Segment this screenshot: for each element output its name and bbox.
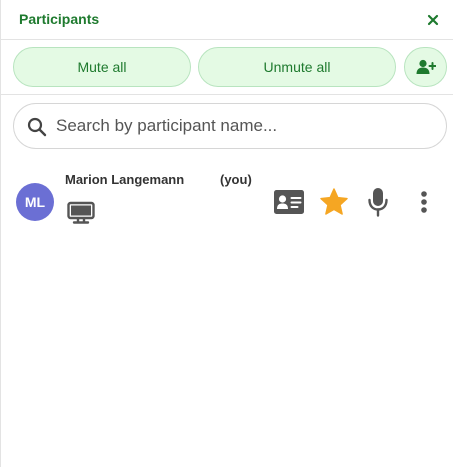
star-icon[interactable] bbox=[319, 187, 349, 217]
avatar: ML bbox=[16, 183, 54, 221]
monitor-icon bbox=[67, 201, 95, 224]
contact-card-icon[interactable] bbox=[273, 188, 305, 216]
participant-name: Marion Langemann bbox=[65, 172, 185, 187]
search-icon bbox=[27, 117, 47, 137]
panel-header: Participants bbox=[1, 0, 453, 40]
panel-title: Participants bbox=[19, 11, 100, 27]
close-icon bbox=[427, 14, 439, 26]
add-person-icon bbox=[416, 59, 436, 74]
unmute-all-button[interactable]: Unmute all bbox=[198, 47, 396, 87]
close-button[interactable] bbox=[422, 9, 444, 31]
search-input[interactable] bbox=[56, 112, 436, 140]
mute-all-button[interactable]: Mute all bbox=[13, 47, 191, 87]
participant-row[interactable]: ML Marion Langemann (you) bbox=[1, 163, 453, 235]
participants-panel: Participants Mute all Unmute all ML Mari… bbox=[0, 0, 453, 467]
search-box bbox=[13, 103, 447, 149]
more-vertical-icon[interactable] bbox=[417, 189, 431, 217]
invite-participant-button[interactable] bbox=[404, 47, 447, 87]
bulk-actions-bar: Mute all Unmute all bbox=[1, 40, 453, 95]
microphone-icon[interactable] bbox=[367, 187, 389, 217]
self-tag: (you) bbox=[220, 172, 252, 187]
